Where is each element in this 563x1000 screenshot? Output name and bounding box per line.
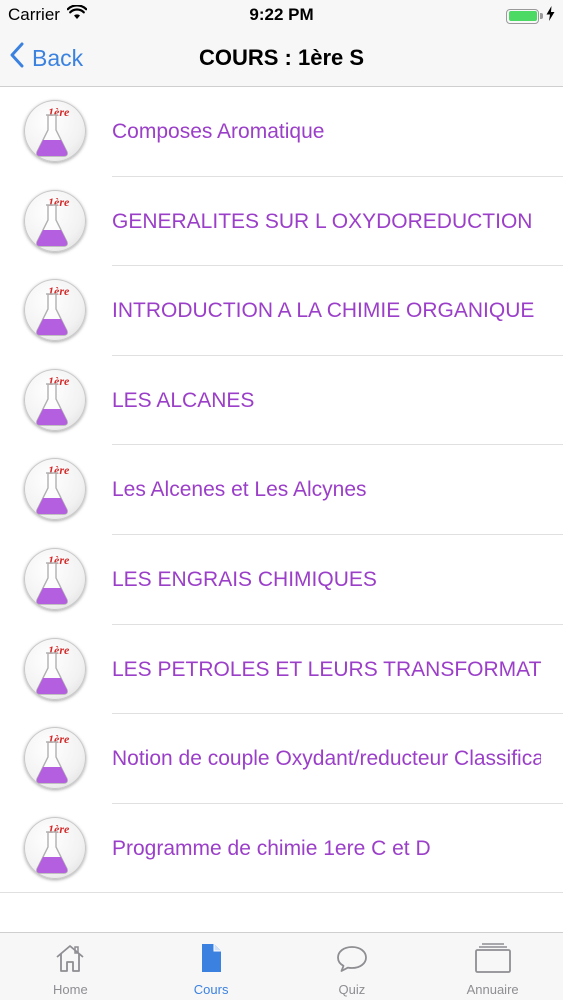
course-thumbnail: 1ère: [24, 816, 86, 879]
course-list-item[interactable]: 1ère Notion de couple Oxydant/reducteur …: [0, 714, 563, 804]
home-icon: [54, 942, 86, 979]
flask-icon: 1ère: [36, 643, 70, 695]
tab-label-annuaire: Annuaire: [466, 982, 519, 997]
course-list-item[interactable]: 1ère Composes Aromatique: [0, 87, 563, 177]
course-title: LES PETROLES ET LEURS TRANSFORMATIONS: [112, 657, 541, 681]
flask-icon: 1ère: [36, 374, 70, 426]
flask-icon: 1ère: [36, 463, 70, 516]
status-bar: Carrier 9:22 PM: [0, 0, 563, 30]
course-title: GENERALITES SUR L OXYDOREDUCTION: [112, 209, 533, 233]
course-title: Programme de chimie 1ere C et D: [112, 836, 431, 860]
course-list-item[interactable]: 1ère Programme de chimie 1ere C et D: [0, 804, 563, 894]
document-icon: [195, 942, 227, 979]
status-time: 9:22 PM: [249, 5, 314, 24]
course-thumbnail: 1ère: [24, 458, 86, 521]
chat-bubble-icon: [335, 942, 369, 979]
course-thumbnail: 1ère: [24, 279, 86, 342]
status-right: [506, 6, 555, 26]
course-thumbnail: 1ère: [24, 189, 86, 252]
flask-icon: 1ère: [36, 284, 70, 336]
tab-label-cours: Cours: [193, 982, 229, 997]
flask-icon: 1ère: [36, 553, 70, 605]
tab-quiz[interactable]: Quiz: [282, 933, 423, 1000]
course-thumbnail: 1ère: [24, 368, 86, 431]
course-title: LES ALCANES: [112, 388, 255, 412]
flask-icon: 1ère: [36, 822, 70, 874]
battery-cap: [540, 13, 543, 19]
folder-icon: [474, 942, 512, 979]
battery-icon: [506, 8, 539, 24]
tab-bar: Home Cours Quiz Annuaire: [0, 932, 563, 1000]
course-thumbnail: 1ère: [24, 100, 86, 162]
tab-cours[interactable]: Cours: [141, 933, 282, 1000]
course-thumbnail: 1ère: [24, 727, 86, 790]
course-list-item[interactable]: 1ère GENERALITES SUR L OXYDOREDUCTION: [0, 177, 563, 267]
course-list-item[interactable]: 1ère LES ENGRAIS CHIMIQUES: [0, 535, 563, 625]
navigation-bar: Back COURS : 1ère S: [0, 30, 563, 87]
charging-bolt-icon: [546, 6, 555, 26]
tab-label-quiz: Quiz: [338, 982, 366, 997]
tab-label-home: Home: [53, 982, 88, 997]
course-list-item[interactable]: 1ère INTRODUCTION A LA CHIMIE ORGANIQUE: [0, 266, 563, 356]
battery-fill: [508, 11, 537, 21]
flask-icon: 1ère: [36, 195, 70, 247]
flask-icon: 1ère: [36, 105, 70, 157]
course-thumbnail: 1ère: [24, 637, 86, 700]
tab-annuaire[interactable]: Annuaire: [422, 933, 563, 1000]
course-list-item[interactable]: 1ère LES PETROLES ET LEURS TRANSFORMATIO…: [0, 625, 563, 715]
course-list-item[interactable]: 1ère Les Alcenes et Les Alcynes: [0, 445, 563, 535]
tab-home[interactable]: Home: [0, 933, 141, 1000]
course-title: Les Alcenes et Les Alcynes: [112, 478, 367, 502]
flask-icon: 1ère: [36, 732, 70, 784]
course-title: INTRODUCTION A LA CHIMIE ORGANIQUE: [112, 299, 535, 323]
course-list-item[interactable]: 1ère LES ALCANES: [0, 356, 563, 446]
course-list: 1ère Composes Aromatique 1ère GENERALITE…: [0, 87, 563, 893]
course-title: LES ENGRAIS CHIMIQUES: [112, 567, 377, 591]
course-title: Composes Aromatique: [112, 120, 325, 143]
course-title: Notion de couple Oxydant/reducteur Class…: [112, 747, 541, 771]
page-title: COURS : 1ère S: [198, 45, 365, 70]
course-thumbnail: 1ère: [24, 547, 86, 610]
